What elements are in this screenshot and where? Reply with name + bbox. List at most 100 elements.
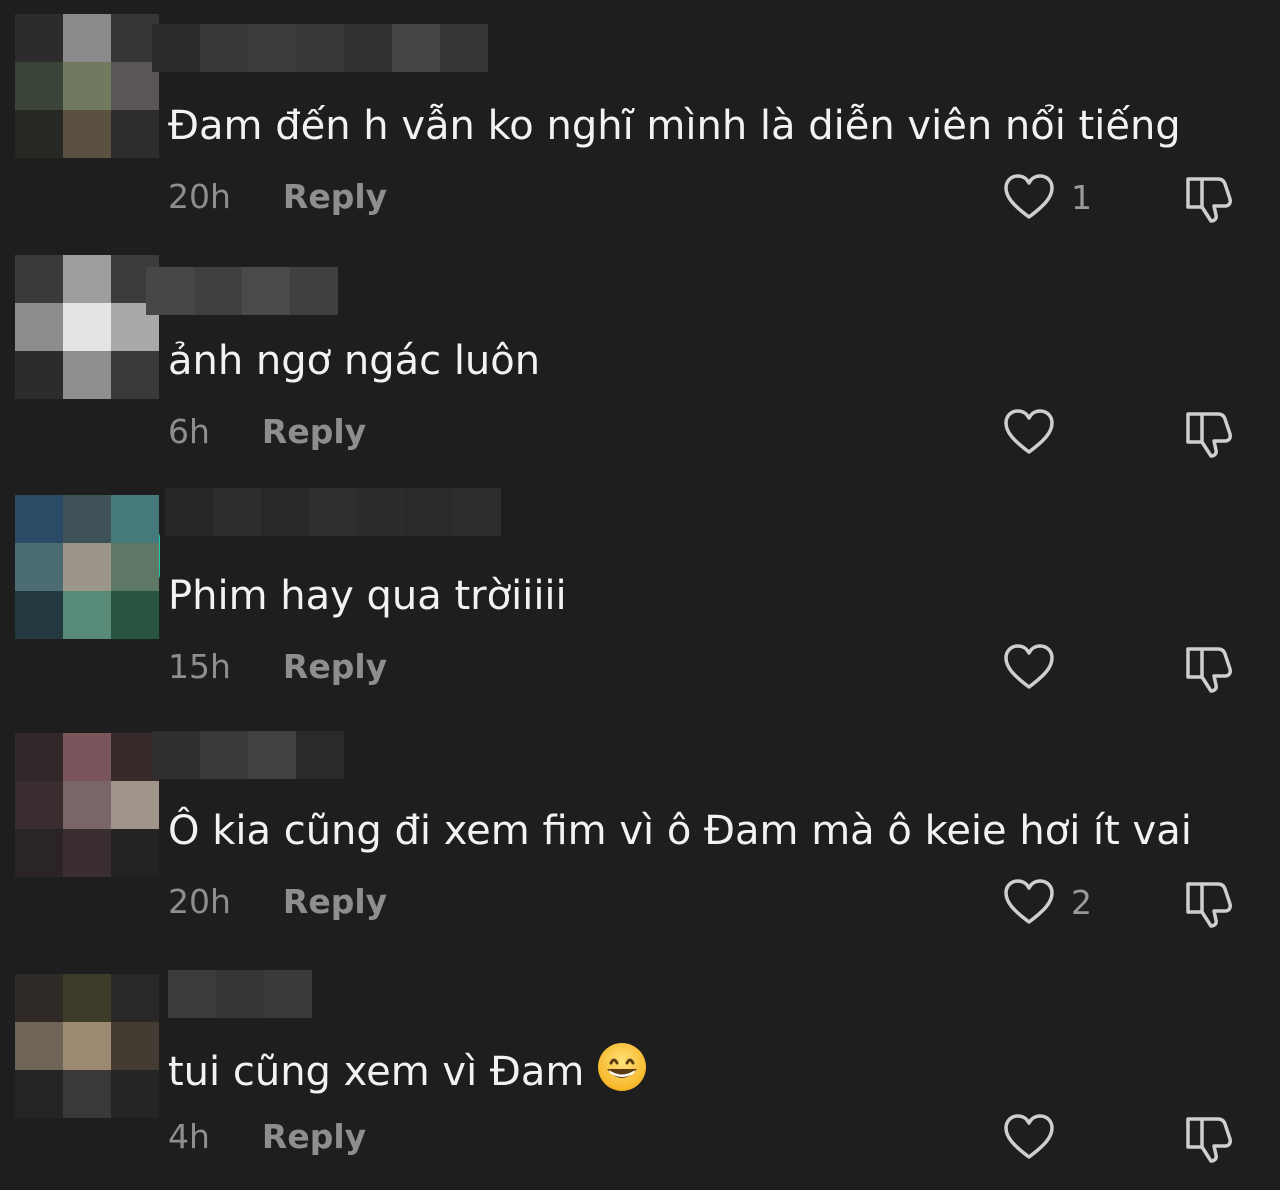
- like-button[interactable]: 2: [1003, 878, 1092, 926]
- avatar-pixel: [63, 591, 111, 639]
- dislike-button[interactable]: [1182, 876, 1236, 932]
- avatar-pixel: [111, 1022, 159, 1070]
- username-pixel: [168, 970, 216, 1018]
- avatar-pixel: [15, 62, 63, 110]
- comment-meta: 20h Reply: [168, 882, 387, 922]
- reply-button[interactable]: Reply: [262, 1117, 366, 1157]
- avatar-pixel: [15, 733, 63, 781]
- reply-button[interactable]: Reply: [283, 177, 387, 217]
- avatar-pixel: [111, 351, 159, 399]
- username-blurred[interactable]: [165, 488, 501, 536]
- like-button[interactable]: [1003, 408, 1071, 456]
- thumbs-down-icon: [1186, 177, 1232, 223]
- dislike-button[interactable]: [1182, 171, 1236, 227]
- reply-button[interactable]: Reply: [283, 882, 387, 922]
- thumbs-down-icon: [1186, 647, 1232, 693]
- comment-item: Ô kia cũng đi xem fim vì ô Đam mà ô keie…: [0, 705, 1280, 940]
- username-pixel: [242, 267, 290, 315]
- avatar-pixel: [15, 829, 63, 877]
- comment-item: Đam đến h vẫn ko nghĩ mình là diễn viên …: [0, 0, 1280, 235]
- heart-outline-icon: [1004, 879, 1054, 924]
- comment-item: Phim hay qua trờiiiii 15h Reply: [0, 470, 1280, 705]
- username-pixel: [344, 24, 392, 72]
- avatar-pixel: [15, 591, 63, 639]
- avatar-pixel: [111, 781, 159, 829]
- thumbs-down-icon: [1186, 882, 1232, 928]
- avatar-pixel: [15, 303, 63, 351]
- grinning-face-emoji: [598, 1043, 647, 1091]
- comment-text: tui cũng xem vì Đam: [168, 1041, 648, 1097]
- reply-button[interactable]: Reply: [283, 647, 387, 687]
- avatar-pixel: [111, 974, 159, 1022]
- username-pixel: [200, 24, 248, 72]
- avatar-pixel: [15, 495, 63, 543]
- avatar-pixel: [111, 543, 159, 591]
- avatar[interactable]: [15, 495, 159, 639]
- avatar[interactable]: [15, 255, 159, 399]
- username-pixel: [290, 267, 338, 315]
- avatar-pixel: [15, 255, 63, 303]
- avatar-pixel: [111, 829, 159, 877]
- avatar[interactable]: [15, 733, 159, 877]
- username-blurred[interactable]: [146, 267, 338, 315]
- username-pixel: [261, 488, 309, 536]
- avatar-pixel: [15, 1070, 63, 1118]
- username-blurred[interactable]: [168, 970, 312, 1018]
- avatar-pixel: [63, 733, 111, 781]
- comment-item: tui cũng xem vì Đam 4h Reply: [0, 940, 1280, 1175]
- avatar-pixel: [15, 974, 63, 1022]
- comment-time: 20h: [168, 882, 231, 921]
- avatar-pixel: [15, 351, 63, 399]
- avatar-pixel: [63, 495, 111, 543]
- username-pixel: [392, 24, 440, 72]
- like-button[interactable]: [1003, 643, 1071, 691]
- heart-outline-icon: [1004, 1114, 1054, 1159]
- username-pixel: [200, 731, 248, 779]
- avatar-pixel: [63, 303, 111, 351]
- like-count: 2: [1071, 882, 1092, 922]
- dislike-button[interactable]: [1182, 1111, 1236, 1167]
- avatar-pixel: [63, 974, 111, 1022]
- comment-meta: 4h Reply: [168, 1117, 366, 1157]
- username-blurred[interactable]: [152, 731, 344, 779]
- avatar-pixel: [63, 1070, 111, 1118]
- avatar-pixel: [63, 1022, 111, 1070]
- avatar-pixel: [111, 495, 159, 543]
- like-count: 1: [1071, 177, 1092, 217]
- comment-time: 15h: [168, 647, 231, 686]
- comment-time: 20h: [168, 177, 231, 216]
- thumbs-down-icon: [1186, 1117, 1232, 1163]
- username-pixel: [248, 731, 296, 779]
- avatar-pixel: [15, 543, 63, 591]
- avatar-pixel: [63, 351, 111, 399]
- reply-button[interactable]: Reply: [262, 412, 366, 452]
- comment-item: ảnh ngơ ngác luôn 6h Reply: [0, 235, 1280, 470]
- comment-text: Đam đến h vẫn ko nghĩ mình là diễn viên …: [168, 103, 1181, 149]
- avatar-pixel: [63, 62, 111, 110]
- username-pixel: [440, 24, 488, 72]
- username-pixel: [405, 488, 453, 536]
- comment-time: 4h: [168, 1117, 210, 1156]
- avatar-pixel: [111, 1070, 159, 1118]
- comment-text: ảnh ngơ ngác luôn: [168, 338, 541, 384]
- username-pixel: [309, 488, 357, 536]
- username-blurred[interactable]: [152, 24, 488, 72]
- username-pixel: [213, 488, 261, 536]
- username-pixel: [453, 488, 501, 536]
- comment-text: Ô kia cũng đi xem fim vì ô Đam mà ô keie…: [168, 808, 1192, 854]
- dislike-button[interactable]: [1182, 641, 1236, 697]
- avatar-pixel: [111, 110, 159, 158]
- heart-outline-icon: [1004, 644, 1054, 689]
- comment-text-content: tui cũng xem vì Đam: [168, 1049, 585, 1095]
- avatar[interactable]: [15, 14, 159, 158]
- dislike-button[interactable]: [1182, 406, 1236, 462]
- avatar[interactable]: [15, 974, 159, 1118]
- like-button[interactable]: 1: [1003, 173, 1092, 221]
- username-pixel: [296, 731, 344, 779]
- username-pixel: [296, 24, 344, 72]
- avatar-pixel: [63, 781, 111, 829]
- username-pixel: [248, 24, 296, 72]
- username-pixel: [152, 731, 200, 779]
- like-button[interactable]: [1003, 1113, 1071, 1161]
- username-pixel: [165, 488, 213, 536]
